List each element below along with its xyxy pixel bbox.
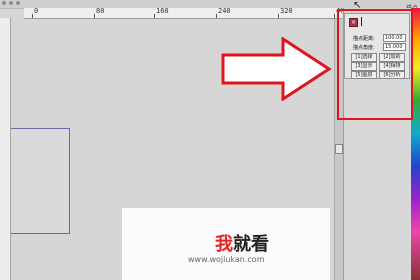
window-controls <box>2 1 20 5</box>
vertical-ruler <box>0 18 11 280</box>
ruler-tick <box>154 14 155 18</box>
ruler-label: 240 <box>218 8 231 15</box>
highlight-box <box>337 9 413 120</box>
ruler-label: 160 <box>156 8 169 15</box>
watermark-logo-text: 就看 <box>233 234 269 255</box>
ruler-tick <box>278 14 279 18</box>
ruler-label: 320 <box>280 8 293 15</box>
window-dot-icon[interactable] <box>2 1 6 5</box>
ruler-tick <box>32 14 33 18</box>
ruler-tick <box>334 14 335 18</box>
ruler-label: 0 <box>34 8 39 15</box>
ruler-tick <box>94 14 95 18</box>
window-dot-icon[interactable] <box>9 1 13 5</box>
scrollbar-handle[interactable] <box>335 144 343 154</box>
ruler-tick <box>216 14 217 18</box>
ruler-label: 80 <box>96 8 105 15</box>
horizontal-ruler: 0 80 160 240 320 400 <box>24 8 342 19</box>
pointer-arrow-icon <box>221 37 332 101</box>
watermark-logo: 我就看 <box>215 230 269 256</box>
page-outline <box>11 128 70 234</box>
watermark-url: www.wojiukan.com <box>188 255 265 264</box>
watermark-logo-red: 我 <box>215 234 233 255</box>
window-dot-icon[interactable] <box>16 1 20 5</box>
